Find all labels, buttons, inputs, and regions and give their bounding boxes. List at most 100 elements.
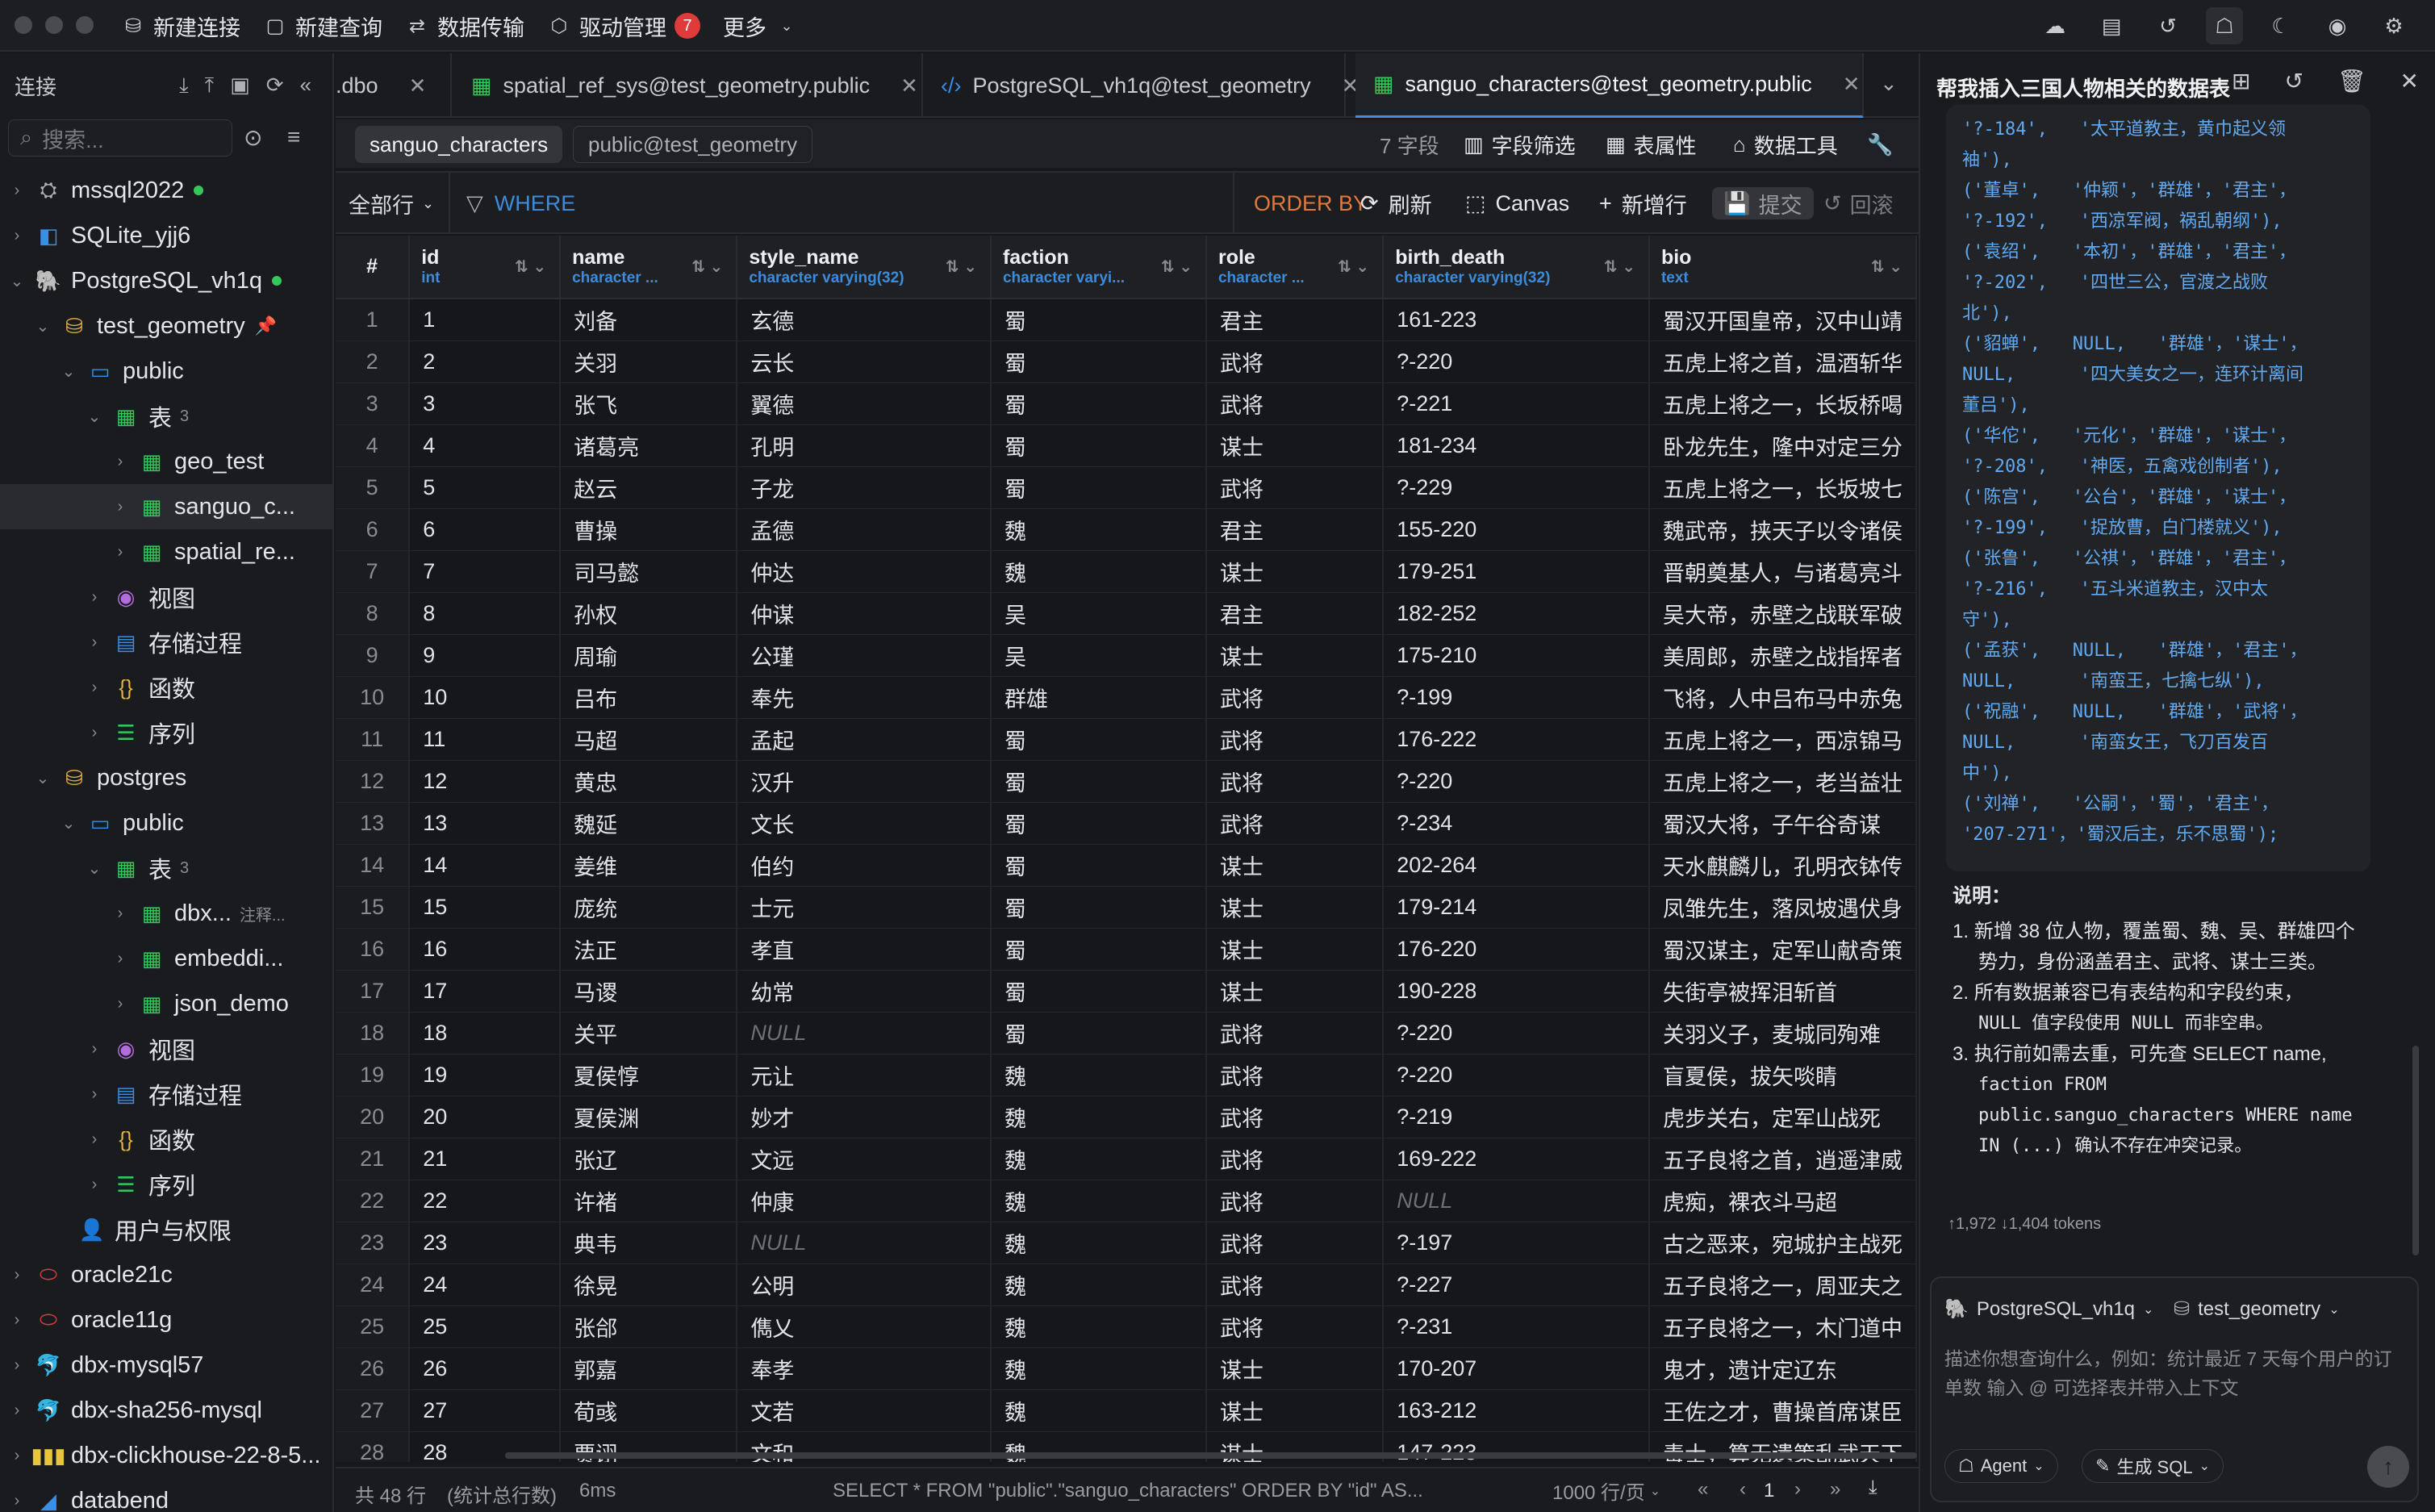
cell-role[interactable]: 武将 [1205, 1096, 1385, 1138]
cell-id[interactable]: 6 [409, 508, 562, 551]
cell-faction[interactable]: 魏 [990, 1096, 1207, 1138]
cell-role[interactable]: 谋士 [1205, 886, 1385, 929]
table-row[interactable]: 3 3 张飞 翼德蜀武将 ?-221 五虎上将之一，长坂桥喝 [336, 382, 1917, 425]
table-row[interactable]: 6 6 曹操 孟德魏君主 155-220 魏武帝，挟天子以令诸侯 [336, 508, 1917, 551]
table-row[interactable]: 16 16 法正 孝直蜀谋士 176-220 蜀汉谋主，定军山献奇策 [336, 928, 1917, 971]
tree-functions-2[interactable]: › {} 函数 [0, 1117, 332, 1162]
cell-birth_death[interactable]: ?-227 [1383, 1263, 1650, 1306]
more-menu[interactable]: 更多 ⌄ [723, 0, 799, 52]
table-row[interactable]: 2 2 关羽 云长蜀武将 ?-220 五虎上将之首，温酒斩华 [336, 340, 1917, 383]
tree-conn-sqlite[interactable]: › ◧ SQLite_yjj6 [0, 213, 332, 258]
cell-faction[interactable]: 魏 [990, 1222, 1207, 1264]
download-icon[interactable]: ⤓ [1869, 1476, 1877, 1499]
tree-functions[interactable]: › {} 函数 [0, 665, 332, 710]
cell-role[interactable]: 谋士 [1205, 550, 1385, 593]
cell-role[interactable]: 君主 [1205, 508, 1385, 551]
table-row[interactable]: 7 7 司马懿 仲达魏谋士 179-251 晋朝奠基人，与诸葛亮斗 [336, 550, 1917, 593]
cell-bio[interactable]: 鬼才，遗计定辽东 [1648, 1347, 1917, 1390]
cell-id[interactable]: 19 [409, 1054, 562, 1096]
sort-icon[interactable]: ⇅ ⌄ [691, 257, 723, 277]
cell-id[interactable]: 20 [409, 1096, 562, 1138]
table-row[interactable]: 8 8 孙权 仲谋吴君主 182-252 吴大帝，赤壁之战联军破 [336, 592, 1917, 635]
cell-id[interactable]: 10 [409, 676, 562, 719]
new-query-button[interactable]: ▢ 新建查询 [263, 0, 382, 52]
cell-id[interactable]: 27 [409, 1389, 562, 1432]
tree-tables-group[interactable]: ⌄ ▦ 表 3 [0, 394, 332, 439]
count-note[interactable]: (统计总行数) [447, 1480, 557, 1508]
window-minimize-dot[interactable] [45, 16, 63, 34]
cell-bio[interactable]: 吴大帝，赤壁之战联军破 [1648, 592, 1917, 635]
cell-birth_death[interactable]: 176-220 [1383, 928, 1650, 971]
cell-id[interactable]: 22 [409, 1180, 562, 1222]
close-icon[interactable]: ✕ [900, 73, 918, 98]
cell-name[interactable]: 曹操 [560, 508, 738, 551]
close-icon[interactable]: ✕ [2399, 68, 2418, 94]
sort-icon[interactable]: ⇅ ⌄ [515, 257, 546, 277]
cell-role[interactable]: 武将 [1205, 802, 1385, 845]
cell-bio[interactable]: 王佐之才，曹操首席谋臣 [1648, 1389, 1917, 1432]
cell-faction[interactable]: 蜀 [990, 466, 1207, 509]
table-row[interactable]: 12 12 黄忠 汉升蜀武将 ?-220 五虎上将之一，老当益壮 [336, 760, 1917, 803]
cell-bio[interactable]: 凤雏先生，落凤坡遇伏身 [1648, 886, 1917, 929]
column-header-bio[interactable]: bio text ⇅ ⌄ [1648, 236, 1917, 299]
table-row[interactable]: 15 15 庞统 士元蜀谋士 179-214 凤雏先生，落凤坡遇伏身 [336, 886, 1917, 929]
export-icon[interactable]: ⤒ [205, 73, 215, 98]
cell-role[interactable]: 武将 [1205, 718, 1385, 761]
tree-tables-group-2[interactable]: ⌄ ▦ 表 3 [0, 846, 332, 891]
cell-id[interactable]: 11 [409, 718, 562, 761]
cell-style_name[interactable]: 汉升 [737, 760, 992, 803]
chat-input[interactable]: 描述你想查询什么，例如：统计最近 7 天每个用户的订单数 输入 @ 可选择表并带… [1944, 1344, 2396, 1402]
cell-role[interactable]: 武将 [1205, 1263, 1385, 1306]
cell-bio[interactable]: 飞将，人中吕布马中赤兔 [1648, 676, 1917, 719]
cell-id[interactable]: 21 [409, 1138, 562, 1180]
cell-style_name[interactable]: 仲达 [737, 550, 992, 593]
tab-dbo[interactable]: .dbo ✕ [336, 53, 452, 118]
cell-bio[interactable]: 蜀汉开国皇帝，汉中山靖 [1648, 299, 1917, 341]
history-icon[interactable]: ↺ [2149, 7, 2186, 44]
all-rows-dropdown[interactable]: 全部行 ⌄ [349, 173, 434, 234]
data-transfer-button[interactable]: ⇄ 数据传输 [405, 0, 524, 52]
cell-birth_death[interactable]: 181-234 [1383, 424, 1650, 467]
cell-style_name[interactable]: 云长 [737, 340, 992, 383]
cell-faction[interactable]: 魏 [990, 1180, 1207, 1222]
cell-id[interactable]: 8 [409, 592, 562, 635]
cell-id[interactable]: 14 [409, 844, 562, 887]
cell-faction[interactable]: 魏 [990, 1305, 1207, 1348]
table-row[interactable]: 17 17 马谡 幼常蜀谋士 190-228 失街亭被挥泪斩首 [336, 970, 1917, 1013]
cell-bio[interactable]: 五虎上将之一，老当益壮 [1648, 760, 1917, 803]
cell-faction[interactable]: 蜀 [990, 928, 1207, 971]
cell-id[interactable]: 16 [409, 928, 562, 971]
cell-faction[interactable]: 魏 [990, 1054, 1207, 1096]
table-row[interactable]: 27 27 荀彧 文若魏谋士 163-212 王佐之才，曹操首席谋臣 [336, 1389, 1917, 1432]
cell-id[interactable]: 9 [409, 634, 562, 677]
window-zoom-dot[interactable] [76, 16, 94, 34]
cell-name[interactable]: 马谡 [560, 970, 738, 1013]
cell-faction[interactable]: 蜀 [990, 340, 1207, 383]
cell-id[interactable]: 17 [409, 970, 562, 1013]
collapse-icon[interactable]: « [300, 73, 311, 98]
cell-birth_death[interactable]: ?-199 [1383, 676, 1650, 719]
cell-name[interactable]: 徐晃 [560, 1263, 738, 1306]
cell-role[interactable]: 武将 [1205, 676, 1385, 719]
table-row[interactable]: 1 1 刘备 玄德蜀君主 161-223 蜀汉开国皇帝，汉中山靖 [336, 299, 1917, 341]
cell-birth_death[interactable]: 182-252 [1383, 592, 1650, 635]
cell-style_name[interactable]: 玄德 [737, 299, 992, 341]
cell-style_name[interactable]: 文若 [737, 1389, 992, 1432]
cell-style_name[interactable]: 公瑾 [737, 634, 992, 677]
cell-name[interactable]: 关平 [560, 1012, 738, 1055]
cell-bio[interactable]: 五子良将之一，周亚夫之 [1648, 1263, 1917, 1306]
tab-sanguo-characters[interactable]: ▦ sanguo_characters@test_geometry.public ✕ [1355, 53, 1864, 118]
tree-conn-mysql57[interactable]: › 🐬 dbx-mysql57 [0, 1343, 332, 1388]
cell-style_name[interactable]: 孝直 [737, 928, 992, 971]
cell-birth_death[interactable]: ?-221 [1383, 382, 1650, 425]
tree-db-test-geometry[interactable]: ⌄ ⛁ test_geometry 📌 [0, 303, 332, 349]
canvas-button[interactable]: ⬚ Canvas [1465, 173, 1569, 234]
rollback-button[interactable]: ↺ 回滚 [1823, 173, 1894, 234]
cell-birth_death[interactable]: 190-228 [1383, 970, 1650, 1013]
table-props-button[interactable]: ▦ 表属性 [1591, 126, 1711, 163]
cell-name[interactable]: 魏延 [560, 802, 738, 845]
cell-name[interactable]: 黄忠 [560, 760, 738, 803]
cell-role[interactable]: 谋士 [1205, 928, 1385, 971]
cell-role[interactable]: 武将 [1205, 466, 1385, 509]
table-row[interactable]: 20 20 夏侯渊 妙才魏武将 ?-219 虎步关右，定军山战死 [336, 1096, 1917, 1138]
